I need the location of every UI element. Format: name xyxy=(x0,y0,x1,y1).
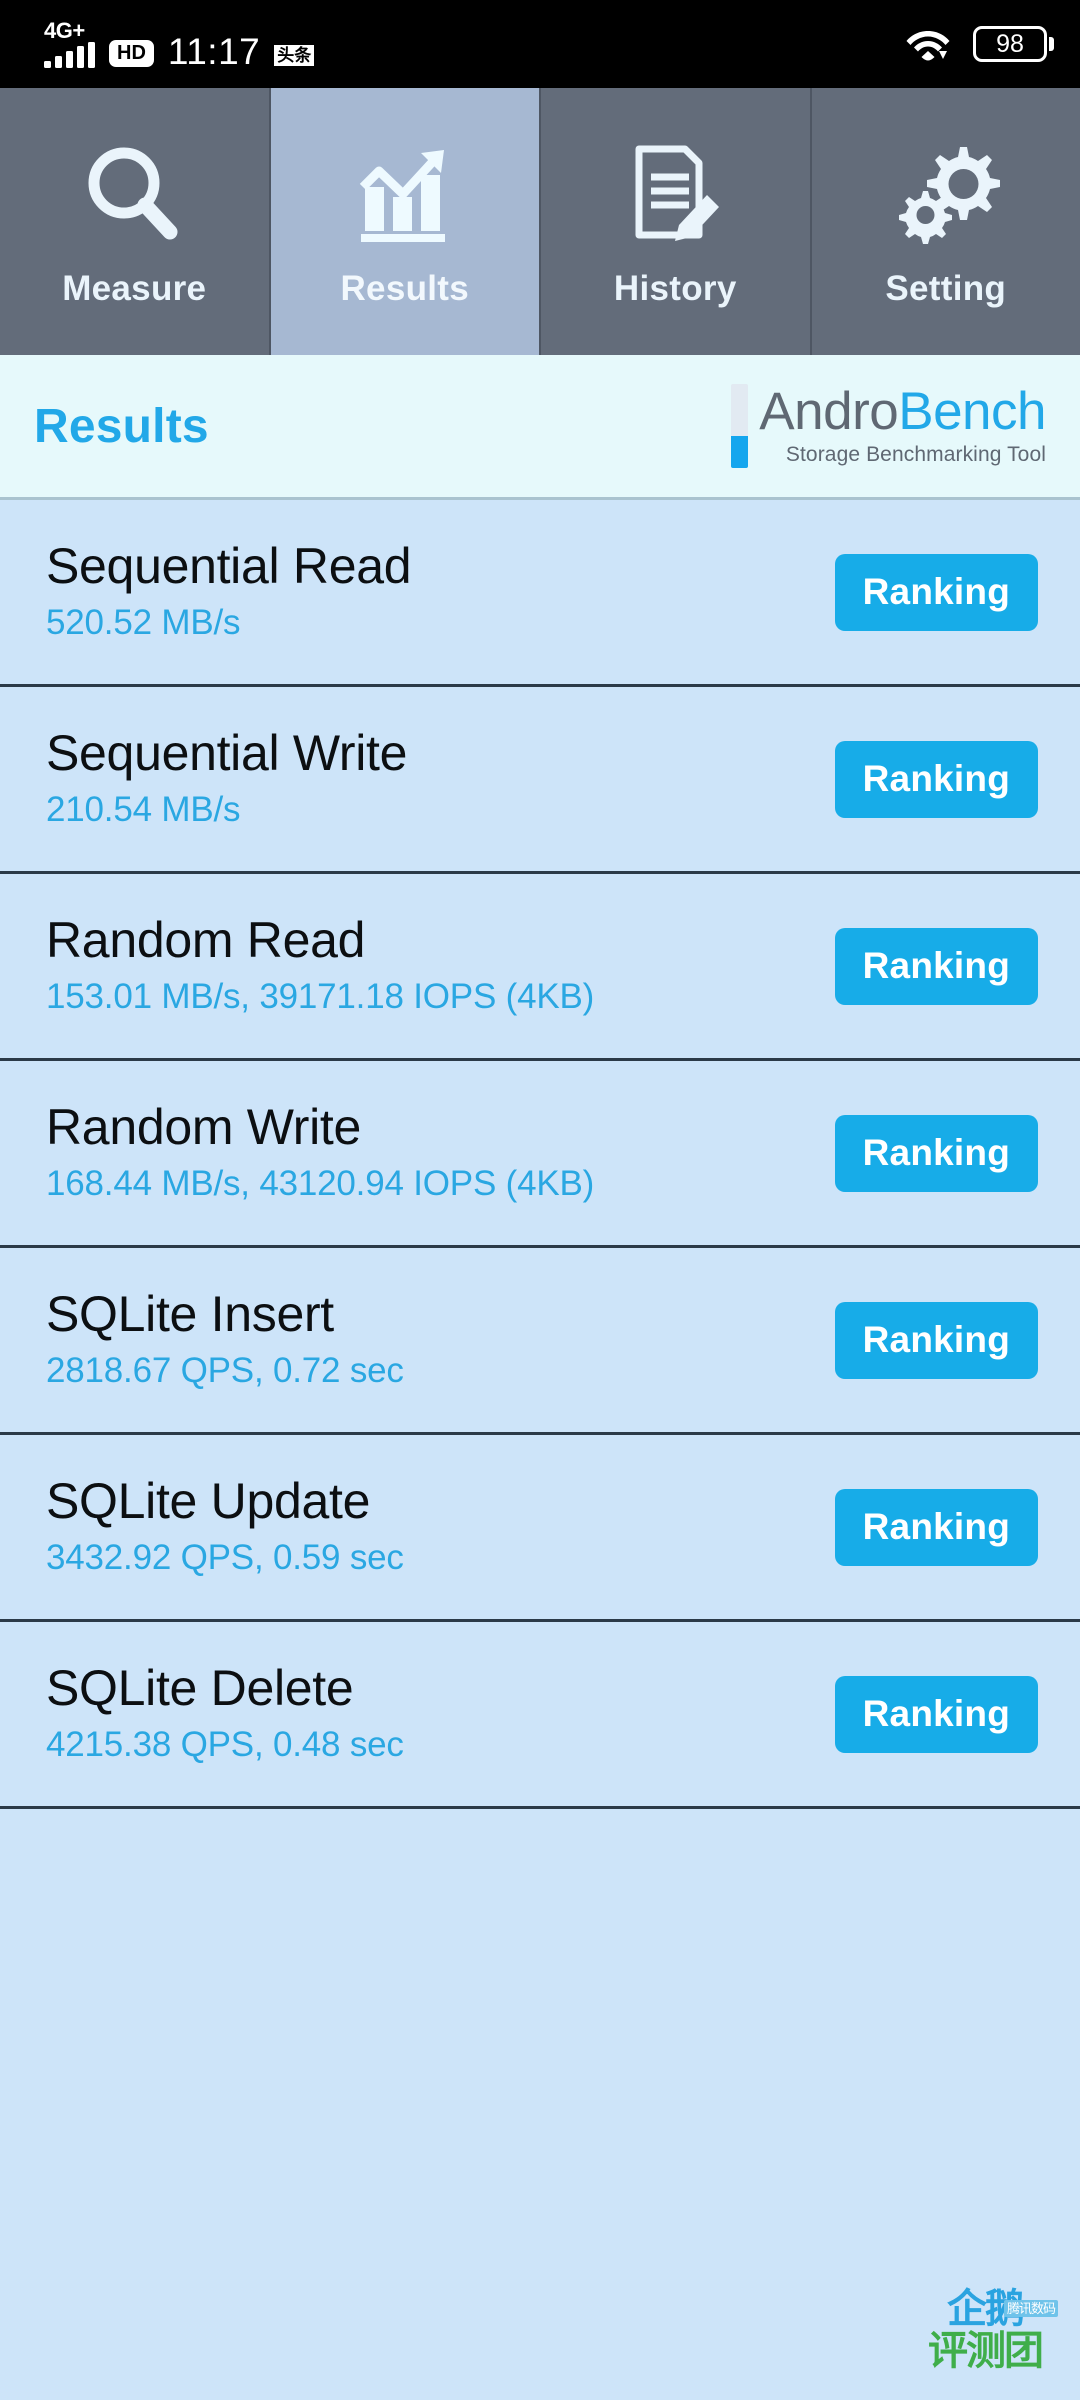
row-text: Sequential Read 520.52 MB/s xyxy=(46,537,412,647)
benchmark-value: 2818.67 QPS, 0.72 sec xyxy=(46,1351,404,1390)
page-header: Results AndroBench Storage Benchmarking … xyxy=(0,355,1080,500)
logo-bench: Bench xyxy=(898,382,1046,441)
main-tab-bar: Measure Results History Setting xyxy=(0,88,1080,355)
status-bar: 4G+ HD 11:17 头条 98 xyxy=(0,0,1080,88)
row-text: SQLite Insert 2818.67 QPS, 0.72 sec xyxy=(46,1285,404,1395)
tab-measure-label: Measure xyxy=(62,268,207,308)
tab-history[interactable]: History xyxy=(541,88,812,355)
tab-results[interactable]: Results xyxy=(270,88,541,355)
benchmark-value: 4215.38 QPS, 0.48 sec xyxy=(46,1725,404,1764)
magnifier-icon xyxy=(78,135,190,255)
logo-wordmark: AndroBench xyxy=(759,385,1046,438)
status-clock: 11:17 xyxy=(167,31,261,72)
benchmark-name: SQLite Update xyxy=(46,1473,371,1529)
logo-text: AndroBench Storage Benchmarking Tool xyxy=(759,385,1046,467)
benchmark-value: 168.44 MB/s, 43120.94 IOPS (4KB) xyxy=(46,1164,595,1203)
benchmark-name: Random Read xyxy=(46,912,366,968)
row-text: SQLite Delete 4215.38 QPS, 0.48 sec xyxy=(46,1659,404,1769)
benchmark-value: 3432.92 QPS, 0.59 sec xyxy=(46,1538,404,1577)
tab-measure[interactable]: Measure xyxy=(0,88,271,355)
table-row[interactable]: Sequential Write 210.54 MB/s Ranking xyxy=(0,687,1080,874)
watermark-tag: 腾讯数码 xyxy=(1003,2300,1058,2317)
tab-history-label: History xyxy=(613,268,737,308)
battery-level-label: 98 xyxy=(973,26,1047,62)
gears-icon xyxy=(890,135,1002,255)
row-text: Random Write 168.44 MB/s, 43120.94 IOPS … xyxy=(46,1098,594,1208)
network-type-label: 4G+ xyxy=(44,18,85,43)
benchmark-value: 153.01 MB/s, 39171.18 IOPS (4KB) xyxy=(46,977,595,1016)
ranking-button[interactable]: Ranking xyxy=(834,553,1038,631)
status-bar-right: 98 xyxy=(905,23,1054,66)
battery-cap xyxy=(1049,37,1054,51)
signal-bars-icon: 4G+ xyxy=(44,20,95,68)
benchmark-name: SQLite Delete xyxy=(46,1660,354,1716)
benchmark-name: Sequential Write xyxy=(46,725,408,781)
table-row[interactable]: SQLite Insert 2818.67 QPS, 0.72 sec Rank… xyxy=(0,1248,1080,1435)
wifi-icon xyxy=(905,23,951,66)
row-text: Random Read 153.01 MB/s, 39171.18 IOPS (… xyxy=(46,911,594,1021)
status-bar-left: 4G+ HD 11:17 头条 xyxy=(44,20,315,72)
watermark-logo: 企鹅 评测团 腾讯数码 xyxy=(914,2282,1058,2378)
benchmark-value: 210.54 MB/s xyxy=(46,790,241,829)
table-row[interactable]: SQLite Delete 4215.38 QPS, 0.48 sec Rank… xyxy=(0,1622,1080,1809)
table-row[interactable]: Sequential Read 520.52 MB/s Ranking xyxy=(0,500,1080,687)
androbench-logo: AndroBench Storage Benchmarking Tool xyxy=(731,384,1046,468)
signal-strength-icon xyxy=(44,42,95,68)
hd-badge: HD xyxy=(109,40,154,67)
row-text: SQLite Update 3432.92 QPS, 0.59 sec xyxy=(46,1472,404,1582)
table-row[interactable]: Random Read 153.01 MB/s, 39171.18 IOPS (… xyxy=(0,874,1080,1061)
benchmark-name: Sequential Read xyxy=(46,538,412,594)
ranking-button[interactable]: Ranking xyxy=(834,927,1038,1005)
tab-setting[interactable]: Setting xyxy=(811,88,1080,355)
tab-setting-label: Setting xyxy=(885,268,1007,308)
ranking-button[interactable]: Ranking xyxy=(834,740,1038,818)
benchmark-name: SQLite Insert xyxy=(46,1286,334,1342)
ranking-button[interactable]: Ranking xyxy=(834,1301,1038,1379)
logo-andro: Andro xyxy=(759,382,899,441)
watermark-line2: 评测团 xyxy=(928,2329,1044,2373)
phone-screen: 4G+ HD 11:17 头条 98 Measure Results Histo… xyxy=(0,0,1080,2400)
logo-bar-icon xyxy=(731,384,749,468)
ranking-button[interactable]: Ranking xyxy=(834,1114,1038,1192)
notification-app-icon: 头条 xyxy=(274,45,315,66)
bar-chart-up-icon xyxy=(349,135,461,255)
battery-icon: 98 xyxy=(973,26,1054,62)
logo-subtitle: Storage Benchmarking Tool xyxy=(785,443,1046,466)
ranking-button[interactable]: Ranking xyxy=(834,1488,1038,1566)
benchmark-value: 520.52 MB/s xyxy=(46,603,241,642)
page-title: Results xyxy=(34,399,209,453)
table-row[interactable]: Random Write 168.44 MB/s, 43120.94 IOPS … xyxy=(0,1061,1080,1248)
ranking-button[interactable]: Ranking xyxy=(834,1675,1038,1753)
document-pencil-icon xyxy=(619,135,731,255)
tab-results-label: Results xyxy=(340,268,470,308)
row-text: Sequential Write 210.54 MB/s xyxy=(46,724,407,834)
results-list: Sequential Read 520.52 MB/s Ranking Sequ… xyxy=(0,500,1080,1809)
table-row[interactable]: SQLite Update 3432.92 QPS, 0.59 sec Rank… xyxy=(0,1435,1080,1622)
benchmark-name: Random Write xyxy=(46,1099,362,1155)
